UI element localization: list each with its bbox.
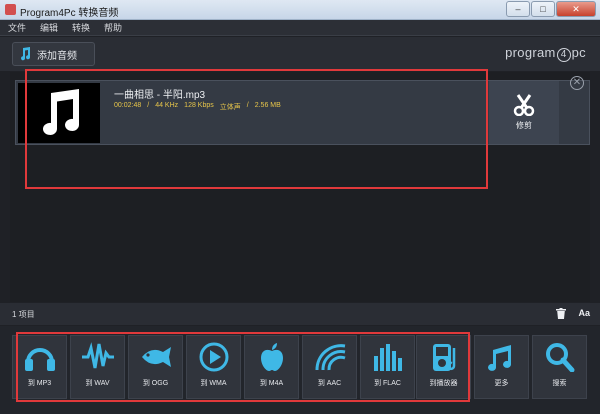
close-button[interactable]: ✕	[556, 1, 596, 17]
trim-label: 修剪	[516, 121, 532, 130]
font-size-button[interactable]: Aa	[578, 308, 590, 318]
add-audio-button[interactable]: 添加音频	[12, 42, 95, 66]
highlight-box	[25, 69, 488, 189]
minimize-button[interactable]: –	[506, 1, 530, 17]
menu-convert[interactable]: 转换	[72, 21, 90, 34]
trash-icon[interactable]	[556, 308, 566, 319]
scissors-icon	[513, 94, 535, 116]
highlight-box	[16, 332, 470, 402]
convert-label: 搜索	[552, 380, 567, 387]
music-note-icon	[21, 47, 31, 61]
title-bar: Program4Pc 转换音频 – □ ✕	[0, 0, 600, 20]
menu-bar: 文件 编辑 转换 帮助	[0, 20, 600, 36]
item-count: 1 项目	[12, 310, 35, 319]
brand-logo: program 4 pc	[505, 45, 586, 62]
more-formats-button[interactable]: 更多	[474, 335, 529, 399]
status-bar: 1 项目 Aa	[0, 303, 600, 325]
window-title: Program4Pc 转换音频	[20, 8, 119, 19]
trim-button[interactable]: 修剪	[489, 81, 559, 144]
music-notes-icon	[487, 345, 511, 371]
menu-help[interactable]: 帮助	[104, 21, 122, 34]
menu-file[interactable]: 文件	[8, 21, 26, 34]
add-audio-label: 添加音频	[37, 50, 77, 62]
search-button[interactable]: 搜索	[532, 335, 587, 399]
toolbar: 添加音频 program 4 pc	[0, 37, 600, 71]
maximize-button[interactable]: □	[531, 1, 555, 17]
menu-edit[interactable]: 编辑	[40, 21, 58, 34]
app-icon	[5, 4, 16, 15]
search-icon	[545, 343, 574, 372]
window-controls: – □ ✕	[506, 1, 596, 17]
convert-label: 更多	[494, 380, 509, 387]
remove-file-icon[interactable]: ✕	[570, 76, 584, 90]
